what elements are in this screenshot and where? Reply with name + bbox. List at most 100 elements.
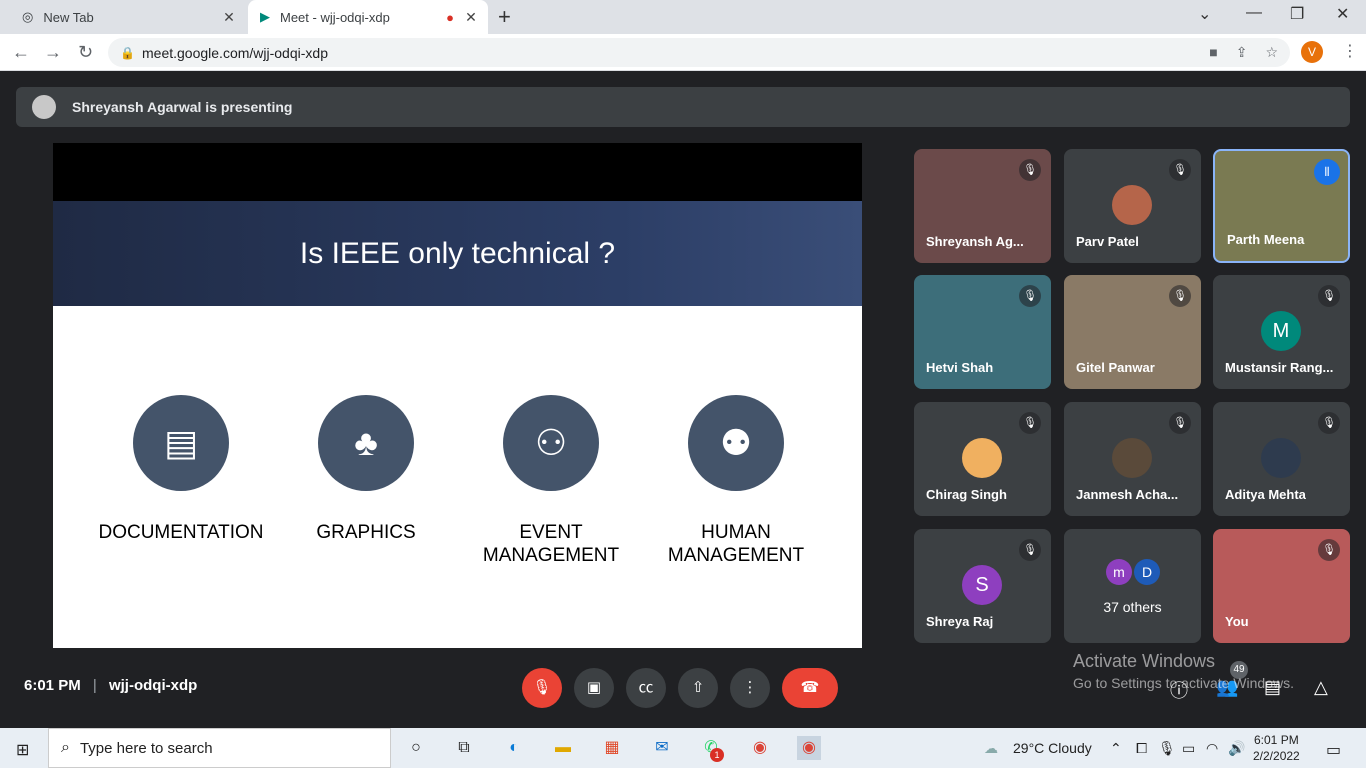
search-icon: ⌕ [61,739,70,756]
store-icon[interactable]: ▦ [600,736,624,760]
participant-name: Janmesh Acha... [1076,487,1179,502]
speaking-indicator-icon: ⦀ [1314,159,1340,185]
profile-avatar[interactable]: V [1301,41,1323,63]
participant-name: Shreyansh Ag... [926,234,1024,249]
avatar: M [1261,311,1301,351]
participant-tile[interactable]: 🎙 Hetvi Shah [914,275,1051,389]
file-explorer-icon[interactable]: ▬ [551,736,575,760]
participant-tile-speaking[interactable]: ⦀ Parth Meena [1213,149,1350,263]
wifi-icon[interactable]: ◠ [1206,740,1218,757]
address-bar: ← → ↻ 🔒 meet.google.com/wjj-odqi-xdp ■ ⇪… [0,34,1366,71]
windows-taskbar: ⊞ ⌕ Type here to search ○ ⧉ ◐ ▬ ▦ ✉ ✆ 1 … [0,728,1366,768]
forward-icon[interactable]: → [44,42,62,63]
url-omnibox[interactable]: 🔒 meet.google.com/wjj-odqi-xdp ■ ⇪ ☆ [108,38,1290,67]
others-tile[interactable]: m D 37 others [1064,529,1201,643]
weather-text[interactable]: 29°C Cloudy [1013,740,1092,756]
whatsapp-badge: 1 [710,748,724,762]
presenting-banner: Shreyansh Agarwal is presenting [16,87,1350,127]
avatar [962,438,1002,478]
tab-meet[interactable]: ▶ Meet - wjj-odqi-xdp ● ✕ [248,0,488,34]
reload-icon[interactable]: ↻ [78,42,93,63]
avatar [1112,185,1152,225]
chrome-menu-icon[interactable]: ⋮ [1342,41,1358,61]
back-icon[interactable]: ← [12,42,30,63]
share-icon[interactable]: ⇪ [1236,44,1248,61]
mic-off-icon: 🎙 [1318,412,1340,434]
participant-tile[interactable]: 🎙 Aditya Mehta [1213,402,1350,516]
slide-title-banner: Is IEEE only technical ? [53,201,862,306]
club-icon: ♣ [318,395,414,491]
participant-tile[interactable]: 🎙 M Mustansir Rang... [1213,275,1350,389]
activities-icon[interactable]: △ [1314,677,1328,698]
avatar: S [962,565,1002,605]
close-window-button[interactable]: ✕ [1336,4,1349,24]
chrome-icon: ◎ [22,9,34,24]
activate-windows-watermark: Activate Windows Go to Settings to activ… [1073,651,1294,691]
task-view-icon[interactable]: ⧉ [452,736,476,760]
participant-tile[interactable]: 🎙 Parv Patel [1064,149,1201,263]
avatar [1261,438,1301,478]
mic-toggle-button[interactable]: 🎙 [522,668,562,708]
participant-name: Shreya Raj [926,614,994,629]
browser-tabbar: ◎ New Tab ✕ ▶ Meet - wjj-odqi-xdp ● ✕ + … [0,0,1366,34]
chevron-up-icon[interactable]: ⌃ [1110,740,1122,757]
volume-icon[interactable]: 🔊 [1228,740,1245,757]
camera-icon[interactable]: ■ [1209,44,1217,61]
lock-icon: 🔒 [120,45,135,60]
tab-new-tab[interactable]: ◎ New Tab ✕ [8,0,246,34]
participant-tile[interactable]: 🎙 Gitel Panwar [1064,275,1201,389]
mail-icon[interactable]: ✉ [650,736,674,760]
others-count: 37 others [1103,599,1162,615]
taskbar-clock[interactable]: 6:01 PM 2/2/2022 [1253,732,1300,764]
camera-toggle-button[interactable]: ▣ [574,668,614,708]
more-options-button[interactable]: ⋮ [730,668,770,708]
slide-item-label: GRAPHICS [316,522,416,543]
people-icon: ⚉ [688,395,784,491]
participant-tile[interactable]: 🎙 Chirag Singh [914,402,1051,516]
close-tab-icon[interactable]: ✕ [460,9,482,26]
bookmark-star-icon[interactable]: ☆ [1265,44,1278,61]
cortana-icon[interactable]: ○ [404,736,428,760]
meet-stage: Shreyansh Agarwal is presenting Is IEEE … [0,71,1366,728]
avatar: D [1134,559,1160,585]
minimize-button[interactable]: — [1246,4,1262,22]
tab-label: New Tab [43,9,94,25]
tab-search-icon[interactable]: ⌄ [1198,4,1211,24]
mic-off-icon: 🎙 [1169,285,1191,307]
participant-tile[interactable]: 🎙 Shreyansh Ag... [914,149,1051,263]
clock-date: 2/2/2022 [1253,749,1300,763]
captions-button[interactable]: ㏄ [626,668,666,708]
participant-name: Gitel Panwar [1076,360,1155,375]
participant-name: You [1225,614,1249,629]
chrome-icon[interactable]: ◉ [748,736,772,760]
windows-start-icon[interactable]: ⊞ [16,740,29,760]
close-tab-icon[interactable]: ✕ [218,9,240,26]
participant-tile[interactable]: 🎙 S Shreya Raj [914,529,1051,643]
chrome-active-icon[interactable]: ◉ [797,736,821,760]
search-placeholder: Type here to search [79,739,213,757]
clock-time: 6:01 PM [1254,733,1299,747]
meet-tray-icon[interactable]: ⧠ [1136,740,1147,757]
edge-icon[interactable]: ◐ [502,736,526,760]
self-tile[interactable]: 🎙 You [1213,529,1350,643]
participant-name: Parth Meena [1227,232,1305,247]
new-tab-button[interactable]: + [498,4,511,30]
taskbar-search-box[interactable]: ⌕ Type here to search [48,728,391,768]
participant-name: Mustansir Rang... [1225,360,1334,375]
slide-title: Is IEEE only technical ? [299,236,616,270]
presenter-avatar [32,95,56,119]
battery-icon[interactable]: ▭ [1182,740,1195,757]
notifications-icon[interactable]: ▭ [1326,740,1341,760]
presentation-slide: Is IEEE only technical ? ▤ DOCUMENTATION… [53,143,862,648]
present-button[interactable]: ⇧ [678,668,718,708]
participant-tile[interactable]: 🎙 Janmesh Acha... [1064,402,1201,516]
mic-off-icon: 🎙 [1318,539,1340,561]
leave-call-button[interactable]: ☎ [782,668,838,708]
slide-item-label: HUMAN MANAGEMENT [667,522,805,566]
restore-button[interactable]: ❐ [1290,4,1304,24]
mic-off-icon: 🎙 [1019,539,1041,561]
meeting-time: 6:01 PM [24,677,81,694]
document-icon: ▤ [133,395,229,491]
participant-name: Parv Patel [1076,234,1139,249]
microphone-icon[interactable]: 🎙 [1158,740,1176,757]
